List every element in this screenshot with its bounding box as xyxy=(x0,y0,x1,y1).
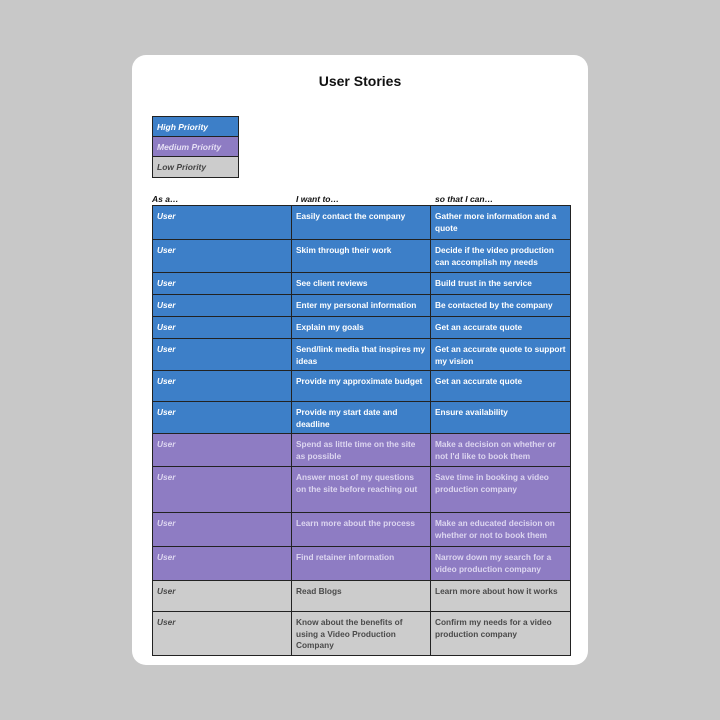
cell-want: Provide my start date and deadline xyxy=(291,401,431,434)
cell-want: Send/link media that inspires my ideas xyxy=(291,338,431,371)
cell-want: Find retainer information xyxy=(291,546,431,581)
cell-benefit: Make a decision on whether or not I'd li… xyxy=(430,433,571,467)
cell-want: Skim through their work xyxy=(291,239,431,273)
legend-medium-priority: Medium Priority xyxy=(153,137,238,157)
cell-role: User xyxy=(152,316,292,339)
header-benefit: so that I can… xyxy=(435,194,494,204)
cell-benefit: Get an accurate quote xyxy=(430,316,571,339)
cell-benefit: Decide if the video production can accom… xyxy=(430,239,571,273)
cell-benefit: Be contacted by the company xyxy=(430,294,571,317)
cell-benefit: Narrow down my search for a video produc… xyxy=(430,546,571,581)
cell-benefit: Gather more information and a quote xyxy=(430,205,571,240)
cell-role: User xyxy=(152,205,292,240)
cell-benefit: Get an accurate quote xyxy=(430,370,571,402)
cell-want: Answer most of my questions on the site … xyxy=(291,466,431,513)
cell-benefit: Build trust in the service xyxy=(430,272,571,295)
cell-want: Easily contact the company xyxy=(291,205,431,240)
cell-want: Learn more about the process xyxy=(291,512,431,547)
cell-want: Spend as little time on the site as poss… xyxy=(291,433,431,467)
table-row: User Easily contact the company Gather mor… xyxy=(152,205,571,240)
cell-role: User xyxy=(152,546,292,581)
table-row: User Provide my approximate budget Get an … xyxy=(152,370,571,402)
cell-role: User xyxy=(152,512,292,547)
cell-want: Enter my personal information xyxy=(291,294,431,317)
table-row: User Learn more about the process Make an … xyxy=(152,512,571,547)
cell-benefit: Save time in booking a video production … xyxy=(430,466,571,513)
table-row: User Find retainer information Narrow down… xyxy=(152,546,571,581)
table-row: User Skim through their work Decide if the… xyxy=(152,239,571,273)
cell-role: User xyxy=(152,370,292,402)
table-row: User Know about the benefits of using a V… xyxy=(152,611,571,656)
cell-role: User xyxy=(152,294,292,317)
cell-benefit: Confirm my needs for a video production … xyxy=(430,611,571,656)
cell-role: User xyxy=(152,239,292,273)
page-title: User Stories xyxy=(318,73,402,89)
table-row: User Read Blogs Learn more about how it wo… xyxy=(152,580,571,612)
table-row: User See client reviews Build trust in the… xyxy=(152,272,571,295)
header-role: As a… xyxy=(152,194,179,204)
cell-role: User xyxy=(152,466,292,513)
cell-want: Explain my goals xyxy=(291,316,431,339)
cell-role: User xyxy=(152,401,292,434)
cell-benefit: Ensure availability xyxy=(430,401,571,434)
legend-high-priority: High Priority xyxy=(153,117,238,137)
table-row: User Spend as little time on the site as … xyxy=(152,433,571,467)
cell-role: User xyxy=(152,338,292,371)
cell-want: Read Blogs xyxy=(291,580,431,612)
cell-role: User xyxy=(152,433,292,467)
cell-benefit: Make an educated decision on whether or … xyxy=(430,512,571,547)
legend-low-priority: Low Priority xyxy=(153,157,238,177)
table-row: User Provide my start date and deadline En… xyxy=(152,401,571,434)
table-row: User Send/link media that inspires my ide… xyxy=(152,338,571,371)
cell-role: User xyxy=(152,580,292,612)
table-row: User Explain my goals Get an accurate quot… xyxy=(152,316,571,339)
table-row: User Answer most of my questions on the s… xyxy=(152,466,571,513)
cell-want: Know about the benefits of using a Video… xyxy=(291,611,431,656)
cell-benefit: Get an accurate quote to support my visi… xyxy=(430,338,571,371)
header-want: I want to… xyxy=(296,194,339,204)
user-stories-table: User Easily contact the company Gather mor… xyxy=(152,205,571,656)
cell-benefit: Learn more about how it works xyxy=(430,580,571,612)
table-row: User Enter my personal information Be cont… xyxy=(152,294,571,317)
cell-want: See client reviews xyxy=(291,272,431,295)
document-page: User Stories High Priority Medium Priori… xyxy=(132,55,588,665)
cell-role: User xyxy=(152,611,292,656)
cell-role: User xyxy=(152,272,292,295)
cell-want: Provide my approximate budget xyxy=(291,370,431,402)
priority-legend: High Priority Medium Priority Low Priori… xyxy=(152,116,239,178)
